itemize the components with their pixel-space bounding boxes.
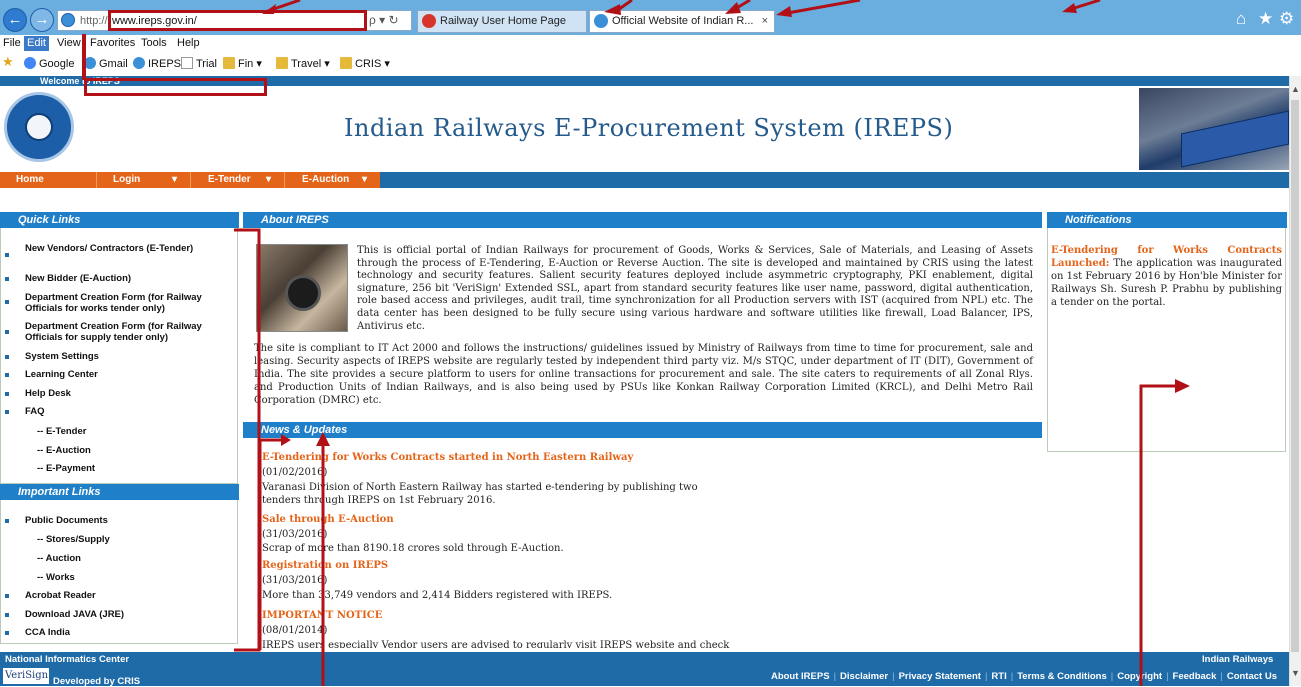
annotation-arrowhead (316, 432, 330, 446)
annotation-arrow-line (781, 0, 861, 16)
annotation-arrows (234, 0, 1190, 686)
annotation-bracket (234, 228, 261, 652)
annotation-arrowhead (1062, 3, 1077, 13)
annotation-arrowhead (1175, 379, 1190, 393)
annotation-arrowhead (281, 434, 291, 446)
annotation-arrowhead (262, 4, 276, 14)
annotation-bracket (258, 438, 283, 650)
annotation-arrowhead (725, 2, 741, 14)
annotation-arrowhead (604, 4, 621, 15)
annotation-arrow-line (1139, 384, 1175, 686)
annotation-arrowhead (776, 6, 792, 17)
